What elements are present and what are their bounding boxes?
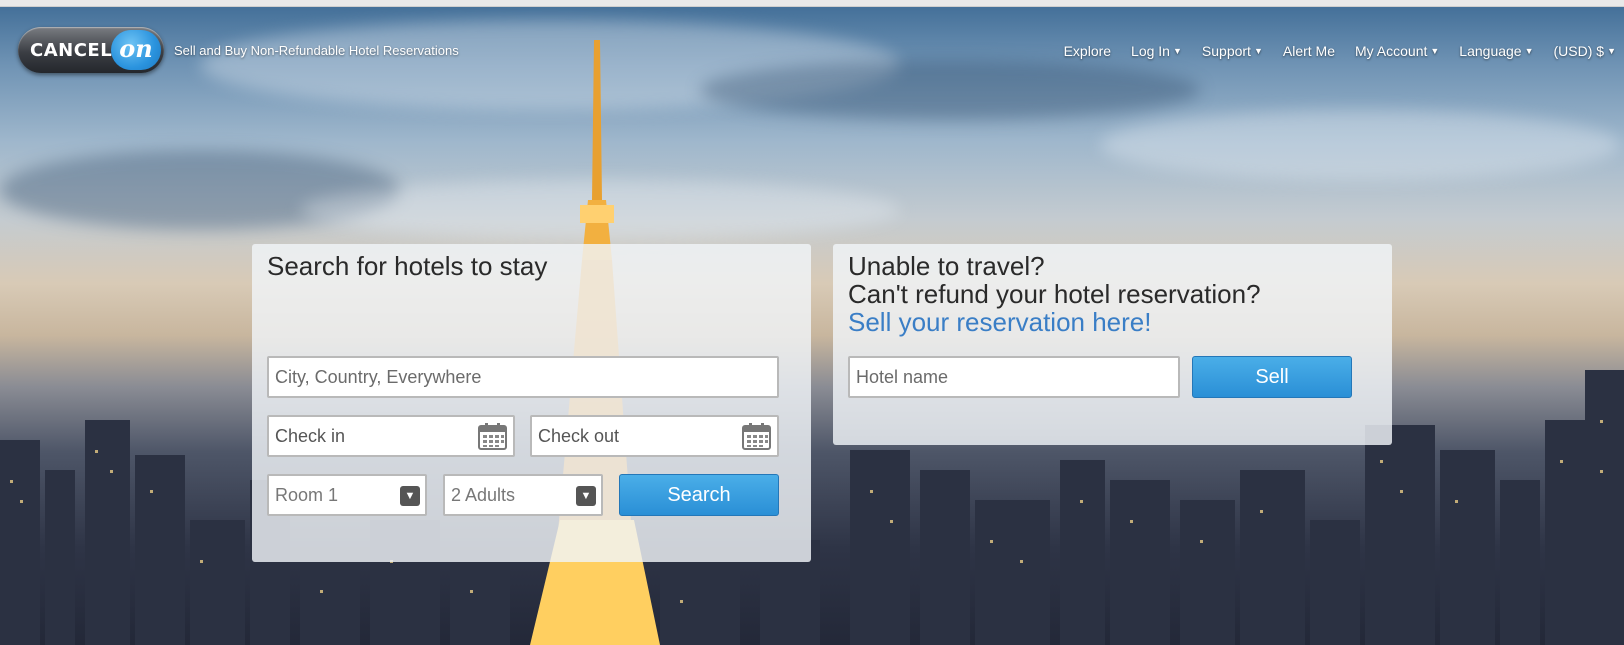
calendar-icon[interactable] [742, 422, 771, 450]
chevron-down-icon: ▼ [1172, 46, 1182, 56]
sell-heading-line2: Can't refund your hotel reservation? [848, 279, 1261, 309]
checkout-placeholder: Check out [538, 426, 620, 446]
nav-login[interactable]: Log In ▼ [1131, 43, 1182, 59]
hotel-search-panel: Search for hotels to stay Check in Check… [252, 244, 811, 562]
sell-heading-line1: Unable to travel? [848, 251, 1045, 281]
nav-label: Language [1459, 43, 1522, 59]
destination-input[interactable] [267, 356, 779, 398]
checkin-placeholder: Check in [275, 426, 346, 446]
room-select-value: Room 1 [275, 485, 339, 505]
top-nav: Explore Log In ▼ Support ▼ Alert Me My Acc… [1064, 43, 1616, 59]
chevron-down-icon: ▼ [1253, 46, 1263, 56]
chevron-down-icon: ▼ [1524, 46, 1534, 56]
nav-currency[interactable]: (USD) $ ▼ [1554, 43, 1616, 59]
nav-label: My Account [1355, 43, 1428, 59]
sell-button[interactable]: Sell [1192, 356, 1352, 398]
search-button[interactable]: Search [619, 474, 779, 516]
room-select[interactable]: Room 1 ▼ [267, 474, 427, 516]
hotel-name-input[interactable] [848, 356, 1180, 398]
nav-label: Support [1201, 43, 1251, 59]
nav-label: Alert Me [1282, 43, 1335, 59]
cancelon-logo[interactable]: CANCEL on [18, 27, 164, 73]
chevron-down-icon: ▼ [1607, 46, 1616, 56]
checkin-field[interactable]: Check in [267, 415, 515, 457]
sell-heading-cta: Sell your reservation here! [848, 307, 1152, 337]
chevron-down-icon: ▼ [400, 486, 420, 506]
adults-select-value: 2 Adults [451, 485, 516, 505]
search-panel-title: Search for hotels to stay [267, 251, 548, 281]
calendar-icon[interactable] [478, 422, 507, 450]
browser-bookmark-strip [0, 0, 1624, 7]
sell-panel-heading: Unable to travel? Can't refund your hote… [848, 252, 1261, 336]
nav-label: Log In [1131, 43, 1170, 59]
logo-text: CANCEL [30, 40, 113, 61]
logo-on-badge: on [111, 30, 161, 70]
sell-reservation-panel: Unable to travel? Can't refund your hote… [833, 244, 1392, 445]
chevron-down-icon: ▼ [576, 486, 596, 506]
chevron-down-icon: ▼ [1430, 46, 1440, 56]
nav-my-account[interactable]: My Account ▼ [1355, 43, 1439, 59]
adults-select[interactable]: 2 Adults ▼ [443, 474, 603, 516]
nav-alert-me[interactable]: Alert Me [1283, 43, 1335, 59]
nav-label: Explore [1063, 43, 1112, 59]
nav-support[interactable]: Support ▼ [1202, 43, 1263, 59]
tagline: Sell and Buy Non-Refundable Hotel Reserv… [174, 43, 459, 58]
nav-label: (USD) $ [1553, 43, 1605, 59]
nav-language[interactable]: Language ▼ [1459, 43, 1533, 59]
checkout-field[interactable]: Check out [530, 415, 779, 457]
nav-explore[interactable]: Explore [1064, 43, 1111, 59]
